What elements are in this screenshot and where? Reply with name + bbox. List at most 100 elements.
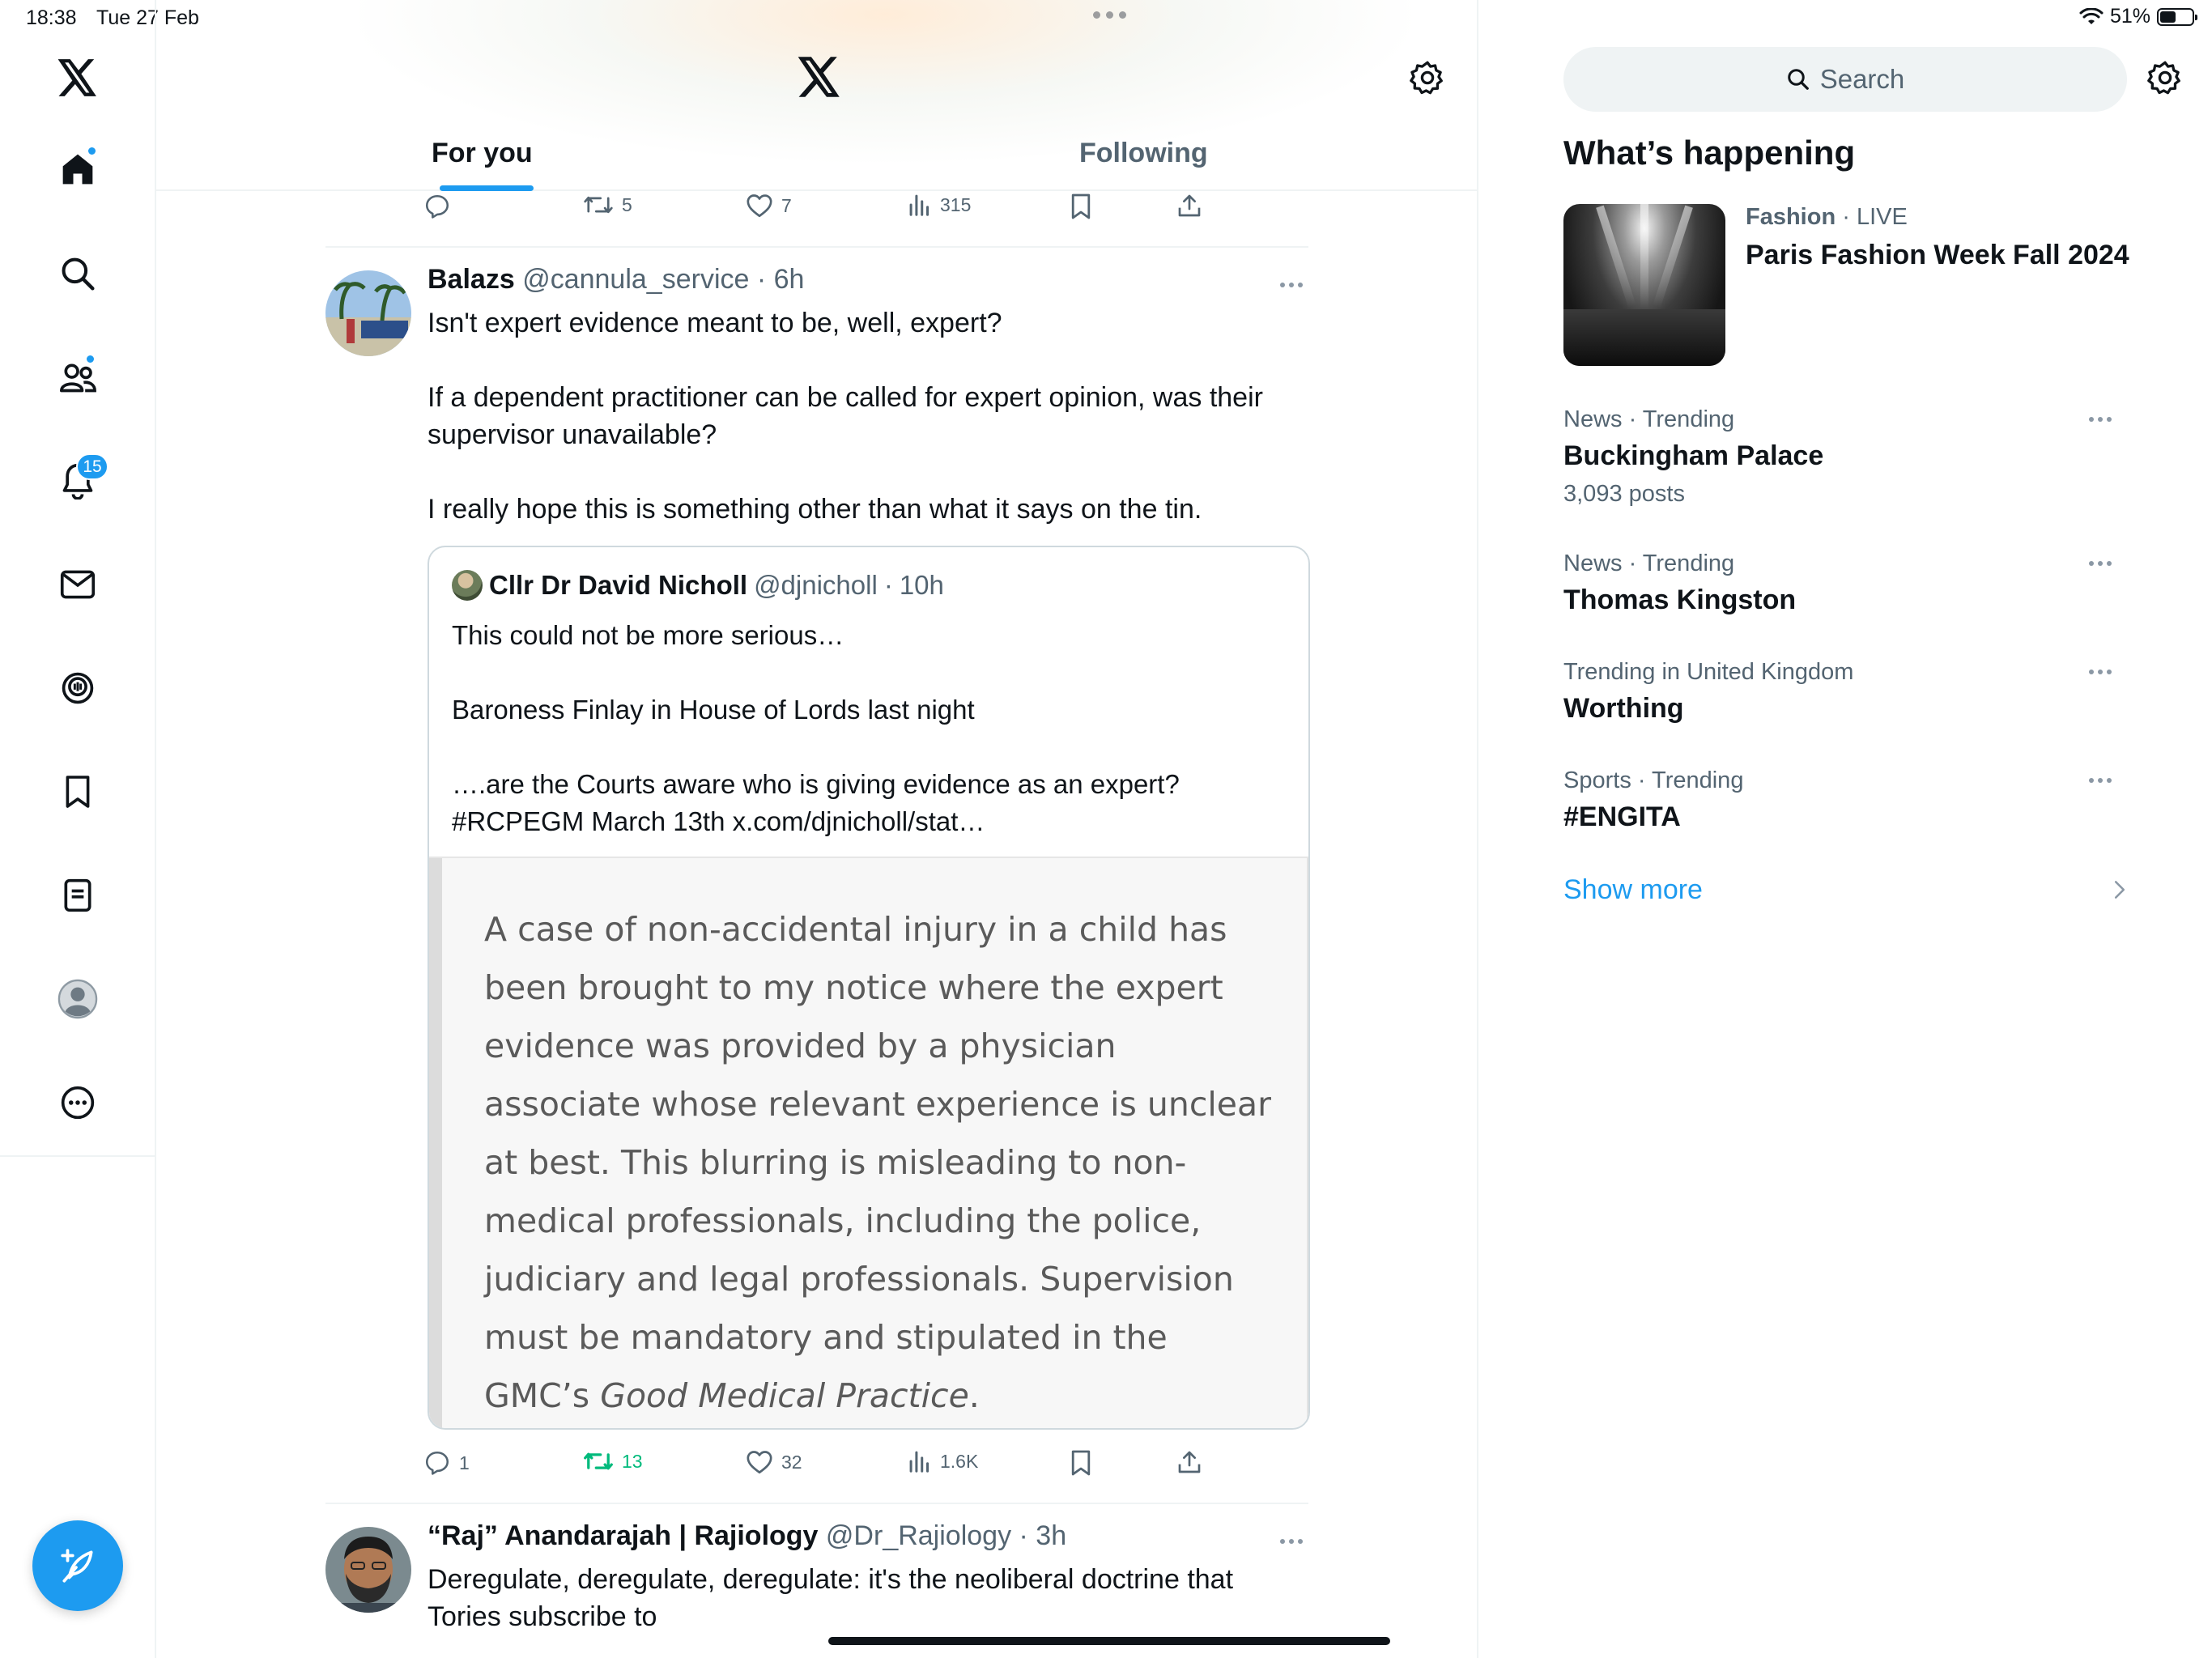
retweet-button[interactable]: 5 (583, 193, 632, 217)
meta-separator: · (1011, 1520, 1036, 1551)
quote-time: 10h (899, 570, 944, 600)
home-unread-dot (87, 146, 97, 156)
tweet-time[interactable]: 6h (774, 264, 805, 295)
compose-post-button[interactable] (32, 1520, 123, 1611)
trend-name: Thomas Kingston (1563, 585, 1797, 615)
quote-image-bar (429, 858, 442, 1428)
tweet-separator (325, 246, 1308, 248)
author-handle[interactable]: @Dr_Rajiology (826, 1520, 1011, 1551)
more-options-icon[interactable] (57, 1082, 99, 1124)
nav-rail: 15 (0, 0, 156, 1658)
tweet-body: Deregulate, deregulate, deregulate: it's… (428, 1564, 1234, 1632)
meta-separator: · (883, 570, 893, 600)
reply-button[interactable]: 1 (423, 1449, 470, 1477)
profile-avatar-icon[interactable] (57, 978, 99, 1020)
retweet-count: 13 (622, 1450, 643, 1472)
share-button[interactable] (1176, 1449, 1202, 1475)
retweet-count: 5 (622, 193, 632, 215)
bookmark-icon (1071, 1450, 1091, 1476)
trend-category: Sports · Trending (1563, 767, 1744, 793)
search-input[interactable]: Search (1563, 47, 2127, 112)
trend-more-icon[interactable] (2089, 670, 2112, 674)
rail-divider (0, 1155, 156, 1157)
featured-trend-image (1563, 204, 1725, 366)
trend-name: #ENGITA (1563, 801, 1681, 832)
retweet-icon (584, 196, 613, 214)
trend-more-icon[interactable] (2089, 561, 2112, 566)
timeline-column: For you Following 5 7 315 Balazs @cannul… (156, 0, 1478, 1658)
like-count: 32 (781, 1451, 802, 1473)
lists-icon[interactable] (57, 874, 99, 916)
tweet-paragraph: If a dependent practitioner can be calle… (428, 382, 1263, 450)
home-indicator[interactable] (828, 1637, 1390, 1645)
author-name[interactable]: Balazs (428, 264, 515, 295)
trend-name: Buckingham Palace (1563, 440, 1824, 471)
tweet-body: Isn't expert evidence meant to be, well,… (428, 304, 1310, 528)
messages-envelope-icon[interactable] (57, 563, 99, 606)
notifications-bell-icon[interactable]: 15 (57, 453, 108, 502)
meta-separator: · (749, 264, 774, 295)
search-placeholder: Search (1819, 64, 1905, 94)
avatar[interactable] (325, 270, 411, 356)
share-icon (1178, 194, 1201, 217)
trend-post-count: 3,093 posts (1563, 481, 1685, 507)
bookmark-button[interactable] (1070, 193, 1092, 220)
excerpt-italic: Good Medical Practice (600, 1376, 969, 1415)
explore-search-icon[interactable] (57, 253, 99, 295)
timeline-tabs: For you Following (156, 121, 1477, 191)
quote-body: This could not be more serious… Baroness… (452, 617, 1294, 840)
author-handle[interactable]: @cannula_service (522, 264, 749, 295)
whats-happening-title: What’s happening (1563, 134, 1856, 172)
quote-paragraph: Baroness Finlay in House of Lords last n… (452, 695, 975, 725)
x-logo-header-icon[interactable] (798, 57, 841, 97)
timeline-settings-gear-icon[interactable] (1410, 60, 1445, 96)
quoted-tweet[interactable]: Cllr Dr David Nicholl @djnicholl · 10h Thi… (428, 546, 1310, 1430)
tab-following[interactable]: Following (1079, 138, 1208, 169)
tab-for-you[interactable]: For you (432, 138, 533, 169)
x-logo-icon[interactable] (57, 57, 99, 99)
tweet-more-icon[interactable] (1280, 1539, 1303, 1544)
reply-icon (425, 194, 449, 219)
author-name[interactable]: “Raj” Anandarajah | Rajiology (428, 1520, 818, 1551)
tweet-paragraph: I really hope this is something other th… (428, 494, 1202, 525)
trend-category: Trending in United Kingdom (1563, 659, 1854, 685)
heart-icon (747, 1451, 772, 1474)
reply-count: 1 (459, 1452, 470, 1473)
bookmarks-icon[interactable] (57, 771, 99, 813)
spaces-mic-icon[interactable] (57, 667, 99, 709)
home-icon[interactable] (57, 146, 99, 190)
share-icon (1178, 1451, 1201, 1473)
previous-tweet-actions: 5 7 315 (423, 193, 1233, 225)
trend-more-icon[interactable] (2089, 778, 2112, 783)
like-button[interactable]: 32 (746, 1449, 802, 1475)
tweet-more-icon[interactable] (1280, 283, 1303, 287)
tweet-separator (325, 1503, 1308, 1504)
trend-category: News · Trending (1563, 551, 1735, 576)
notifications-count-badge: 15 (76, 453, 108, 480)
views-button[interactable]: 1.6K (908, 1449, 978, 1473)
views-button[interactable]: 315 (908, 193, 971, 217)
share-button[interactable] (1176, 193, 1202, 219)
bookmark-button[interactable] (1070, 1449, 1092, 1477)
views-count: 1.6K (940, 1450, 979, 1472)
excerpt-text: A case of non-accidental injury in a chi… (484, 910, 1271, 1415)
quote-image[interactable]: A case of non-accidental injury in a chi… (429, 857, 1308, 1428)
quoted-excerpt: A case of non-accidental injury in a chi… (484, 900, 1278, 1425)
right-sidebar: Search What’s happening Fashion · LIVE P… (1478, 0, 2212, 1658)
retweet-button[interactable]: 13 (583, 1449, 643, 1473)
tweet-header: Balazs @cannula_service · 6h (428, 264, 804, 295)
explore-settings-gear-icon[interactable] (2147, 60, 2183, 96)
like-button[interactable]: 7 (746, 193, 792, 219)
communities-icon[interactable] (57, 354, 99, 398)
quote-avatar (452, 570, 483, 601)
tweet-time[interactable]: 3h (1036, 1520, 1066, 1551)
show-more-link[interactable]: Show more (1563, 874, 1703, 906)
chevron-right-icon[interactable] (2113, 879, 2126, 900)
reply-button[interactable] (423, 193, 451, 220)
views-bar-chart-icon (909, 194, 929, 216)
search-icon (1787, 69, 1809, 90)
trend-more-icon[interactable] (2089, 417, 2112, 422)
quote-author-handle: @djnicholl (754, 570, 878, 600)
trend-name: Worthing (1563, 693, 1684, 724)
avatar[interactable] (325, 1527, 411, 1613)
